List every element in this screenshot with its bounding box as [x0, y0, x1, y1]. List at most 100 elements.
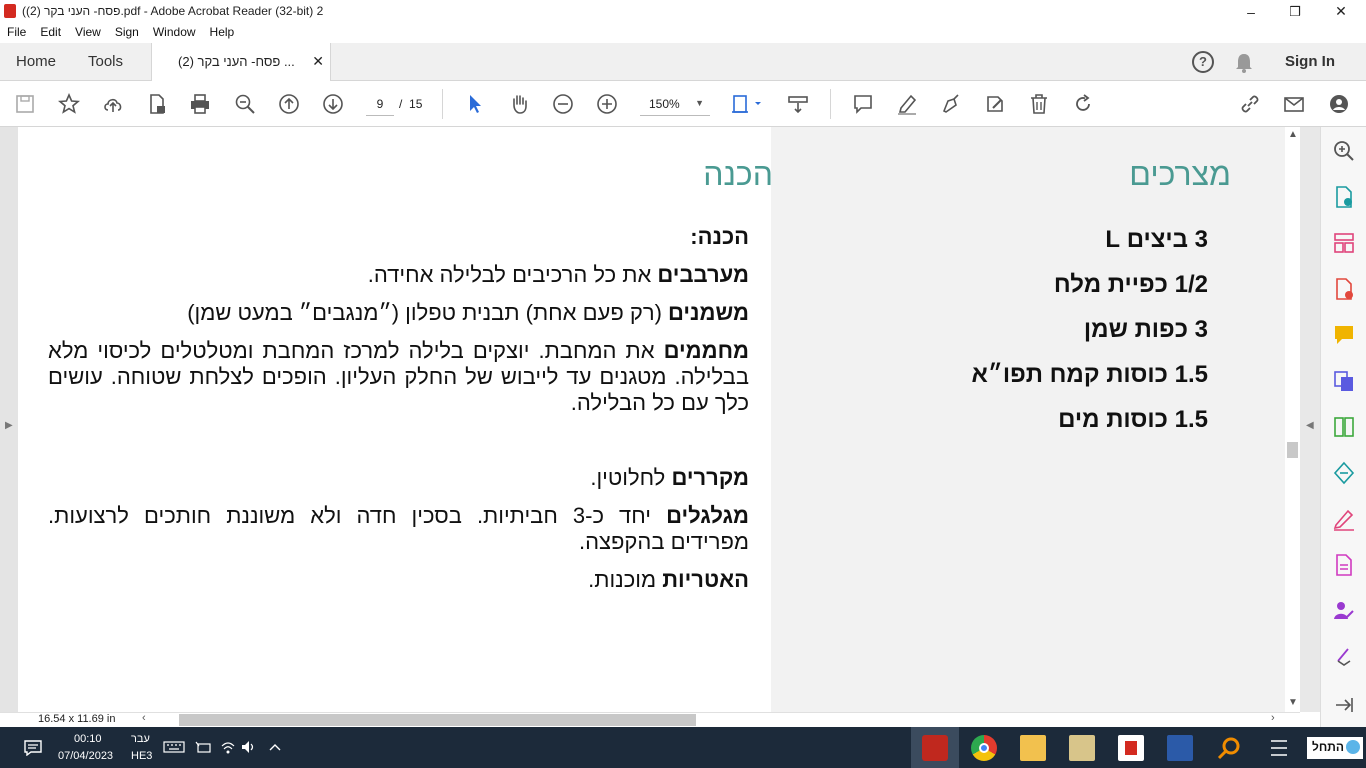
tab-home[interactable]: Home: [16, 53, 56, 70]
horizontal-scrollbar-thumb[interactable]: [179, 714, 696, 726]
print-icon[interactable]: [188, 92, 212, 116]
zoom-level-select[interactable]: 150% ▼: [640, 94, 710, 116]
collapse-right-pane-icon[interactable]: ◀: [1306, 420, 1314, 431]
rotate-icon[interactable]: [1071, 92, 1095, 116]
scroll-up-icon[interactable]: ▲: [1288, 129, 1298, 140]
menu-file[interactable]: File: [0, 23, 33, 43]
page-down-icon[interactable]: [321, 92, 345, 116]
collapse-tools-icon[interactable]: [1332, 693, 1356, 717]
draw-icon[interactable]: [939, 92, 963, 116]
page-number-input[interactable]: 9: [366, 94, 394, 116]
menu-view[interactable]: View: [68, 23, 108, 43]
add-user-icon[interactable]: [1327, 92, 1351, 116]
scrollbar-thumb[interactable]: [1287, 442, 1298, 458]
wifi-icon[interactable]: [220, 740, 236, 754]
email-icon[interactable]: [1282, 92, 1306, 116]
photos-taskbar-icon[interactable]: [1069, 735, 1095, 761]
prep-step: מגלגלים יחד כ-3 חביתיות. בסכין חדה ולא מ…: [48, 503, 749, 555]
minimize-button[interactable]: –: [1228, 0, 1274, 23]
keyboard-icon[interactable]: [163, 741, 185, 753]
document-icon[interactable]: [1332, 553, 1356, 577]
bell-icon[interactable]: [1234, 52, 1254, 74]
zoom-in-icon[interactable]: [595, 92, 619, 116]
bookmark-star-icon[interactable]: [57, 92, 81, 116]
help-icon[interactable]: ?: [1192, 51, 1214, 73]
search-taskbar-icon[interactable]: [1216, 735, 1242, 761]
edit-pdf-icon[interactable]: [983, 92, 1007, 116]
prep-title: הכנה:: [690, 224, 749, 249]
menu-window[interactable]: Window: [146, 23, 203, 43]
step-verb: מגלגלים: [666, 503, 750, 528]
chevron-down-icon: ▼: [695, 98, 704, 108]
sign-in-button[interactable]: Sign In: [1285, 53, 1335, 70]
request-signature-icon[interactable]: [1332, 599, 1356, 623]
select-cursor-icon[interactable]: [463, 92, 487, 116]
organize-pages-icon[interactable]: [1332, 231, 1356, 255]
expand-left-pane-icon[interactable]: ▶: [5, 420, 13, 431]
page-up-icon[interactable]: [277, 92, 301, 116]
fill-sign-icon[interactable]: [1332, 507, 1356, 531]
volume-icon[interactable]: [241, 740, 257, 754]
menu-edit[interactable]: Edit: [33, 23, 68, 43]
page-total: / 15: [399, 97, 422, 111]
scroll-mode-icon[interactable]: [786, 92, 810, 116]
task-view-icon[interactable]: [1268, 737, 1290, 759]
upload-cloud-icon[interactable]: [101, 92, 125, 116]
prep-step: מערבבים את כל הרכיבים לבלילה אחידה.: [48, 262, 749, 288]
chrome-taskbar-icon[interactable]: [971, 735, 997, 761]
start-label: התחל: [1312, 740, 1344, 754]
close-button[interactable]: ✕: [1318, 0, 1364, 23]
hand-tool-icon[interactable]: [507, 92, 531, 116]
compare-files-icon[interactable]: [1332, 415, 1356, 439]
heading-prep: הכנה: [703, 156, 773, 192]
highlight-pen-icon[interactable]: [895, 92, 919, 116]
tab-close-icon[interactable]: ✕: [312, 53, 324, 70]
start-button[interactable]: התחל: [1307, 737, 1363, 759]
tab-document[interactable]: פסח- העני בקר (2) ... ✕: [151, 43, 331, 82]
create-pdf-icon[interactable]: [1332, 277, 1356, 301]
fit-page-icon[interactable]: [730, 92, 766, 116]
vertical-scrollbar[interactable]: ▲ ▼: [1285, 127, 1300, 712]
file-explorer-taskbar-icon[interactable]: [1020, 735, 1046, 761]
scroll-down-icon[interactable]: ▼: [1288, 697, 1298, 708]
search-zoom-icon[interactable]: [1332, 139, 1356, 163]
pdf-file-taskbar-icon[interactable]: [1118, 735, 1144, 761]
zoom-out-icon[interactable]: [551, 92, 575, 116]
document-view[interactable]: מצרכים הכנה 3 ביצים L 1/2 כפיית מלח 3 כפ…: [18, 127, 1285, 712]
delete-icon[interactable]: [1027, 92, 1051, 116]
language-top[interactable]: עבר: [131, 733, 150, 745]
word-taskbar-icon[interactable]: [1167, 735, 1193, 761]
comment-tool-icon[interactable]: [1332, 323, 1356, 347]
more-tools-icon[interactable]: [1332, 643, 1356, 667]
link-icon[interactable]: [1238, 92, 1262, 116]
scroll-left-icon[interactable]: ‹: [142, 712, 146, 724]
export-pdf-icon[interactable]: [1332, 185, 1356, 209]
file-lock-icon[interactable]: [145, 92, 169, 116]
comment-icon[interactable]: [851, 92, 875, 116]
zoom-search-icon[interactable]: [233, 92, 257, 116]
combine-files-icon[interactable]: [1332, 369, 1356, 393]
save-icon[interactable]: [13, 92, 37, 116]
ingredient-item: 3 ביצים L: [1105, 226, 1208, 253]
menu-sign[interactable]: Sign: [108, 23, 146, 43]
acrobat-reader-taskbar-icon[interactable]: [922, 735, 948, 761]
scroll-right-icon[interactable]: ›: [1271, 712, 1275, 724]
battery-plug-icon[interactable]: [195, 740, 211, 754]
tray-chevron-up-icon[interactable]: [268, 742, 282, 752]
tab-tools[interactable]: Tools: [88, 53, 123, 70]
prep-step: משמנים (רק פעם אחת) תבנית טפלון (״מנגבים…: [48, 300, 749, 326]
page-size: 16.54 x 11.69 in: [38, 713, 116, 725]
maximize-button[interactable]: ❒: [1272, 0, 1318, 23]
title-bar: (פסח- העני בקר (2).pdf - Adobe Acrobat R…: [0, 0, 1366, 23]
step-text: מוכנות.: [588, 567, 663, 592]
menu-bar: File Edit View Sign Window Help: [0, 23, 1366, 43]
left-nav-pane-collapsed: ▶: [0, 127, 18, 712]
clock-time[interactable]: 00:10: [74, 733, 102, 745]
tab-bar: Home Tools פסח- העני בקר (2) ... ✕ ? Sig…: [0, 43, 1366, 82]
language-bottom[interactable]: HE3: [131, 750, 152, 762]
share-icon[interactable]: [1332, 461, 1356, 485]
notifications-icon[interactable]: [24, 740, 42, 756]
menu-help[interactable]: Help: [203, 23, 242, 43]
ingredient-item: 1/2 כפיית מלח: [1053, 271, 1208, 298]
clock-date[interactable]: 07/04/2023: [58, 750, 113, 762]
